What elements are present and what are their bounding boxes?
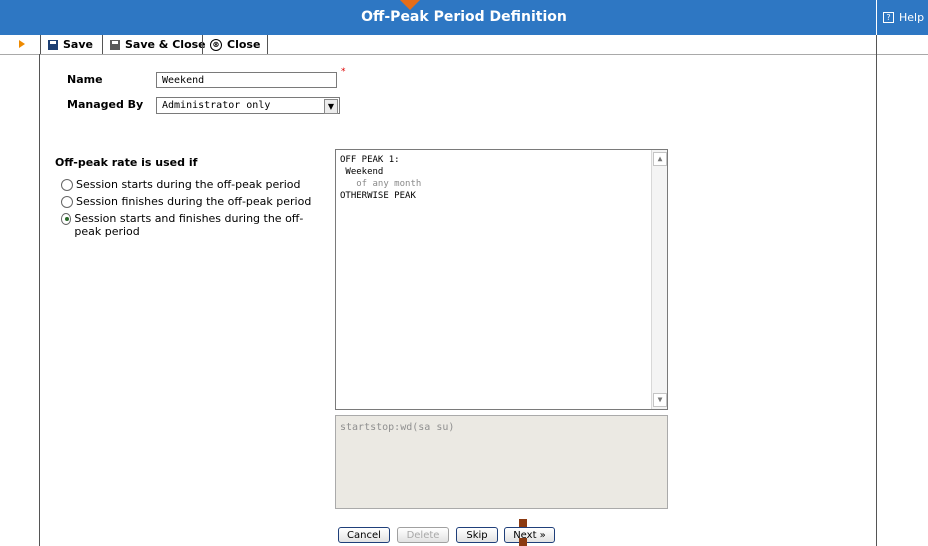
help-label: Help <box>899 11 925 24</box>
save-label: Save <box>63 38 93 51</box>
save-button[interactable]: Save <box>40 35 100 54</box>
help-icon: ? <box>883 12 894 23</box>
delete-button[interactable]: Delete <box>397 527 449 543</box>
toolbar-divider <box>876 35 877 54</box>
required-mark: * <box>341 67 346 77</box>
option-label: Session finishes during the off-peak per… <box>76 195 312 208</box>
option-session-finishes[interactable]: Session finishes during the off-peak per… <box>61 195 311 208</box>
preview-line: of any month <box>340 179 422 189</box>
right-frame-line <box>876 54 877 546</box>
managed-by-value: Administrator only <box>162 100 271 111</box>
preview-line: Weekend <box>340 167 384 177</box>
help-link[interactable]: ? Help <box>883 11 924 24</box>
managed-by-select[interactable]: Administrator only ▼ <box>156 97 340 114</box>
save-close-icon <box>110 39 120 50</box>
title-separator <box>876 0 877 35</box>
option-label: Session starts during the off-peak perio… <box>76 178 301 191</box>
left-frame-line <box>39 54 40 546</box>
save-close-label: Save & Close <box>125 38 206 51</box>
skip-button[interactable]: Skip <box>456 527 498 543</box>
option-label: Session starts and finishes during the o… <box>74 212 304 238</box>
option-session-starts[interactable]: Session starts during the off-peak perio… <box>61 178 301 191</box>
preview-line: OFF PEAK 1: <box>340 155 400 165</box>
offpeak-label: Off-peak rate is used if <box>55 156 198 169</box>
scroll-up-icon[interactable]: ▲ <box>653 152 667 166</box>
close-button[interactable]: ⊗ Close <box>202 35 269 54</box>
chevron-down-icon[interactable]: ▼ <box>324 99 338 114</box>
preview-line: OTHERWISE PEAK <box>340 191 416 201</box>
radio-button-selected[interactable] <box>61 213 72 225</box>
option-session-starts-finishes[interactable]: Session starts and finishes during the o… <box>61 212 321 238</box>
close-icon: ⊗ <box>210 38 222 51</box>
close-label: Close <box>227 38 261 51</box>
preview-textarea[interactable]: OFF PEAK 1: Weekend of any month OTHERWI… <box>335 149 668 410</box>
scroll-down-icon[interactable]: ▼ <box>653 393 667 407</box>
save-icon <box>48 39 58 50</box>
play-arrow-icon <box>19 40 25 48</box>
vertical-scrollbar[interactable]: ▲ ▼ <box>651 150 667 409</box>
save-close-button[interactable]: Save & Close <box>102 35 213 54</box>
cursor-marker-icon <box>519 538 527 546</box>
radio-button[interactable] <box>61 195 73 208</box>
managed-by-label: Managed By <box>67 98 144 111</box>
title-bar: Off-Peak Period Definition ? Help <box>0 0 928 36</box>
cursor-marker-icon <box>519 519 527 527</box>
radio-button[interactable] <box>61 178 73 191</box>
next-button[interactable]: Next » <box>504 527 555 543</box>
name-field[interactable]: Weekend <box>156 72 337 88</box>
name-label: Name <box>67 73 103 86</box>
toolbar: Save Save & Close ⊗ Close <box>0 35 928 55</box>
page-title: Off-Peak Period Definition <box>361 9 567 25</box>
cancel-button[interactable]: Cancel <box>338 527 390 543</box>
rule-expression: startstop:wd(sa su) <box>340 422 455 433</box>
rule-expression-box: startstop:wd(sa su) <box>335 415 668 509</box>
